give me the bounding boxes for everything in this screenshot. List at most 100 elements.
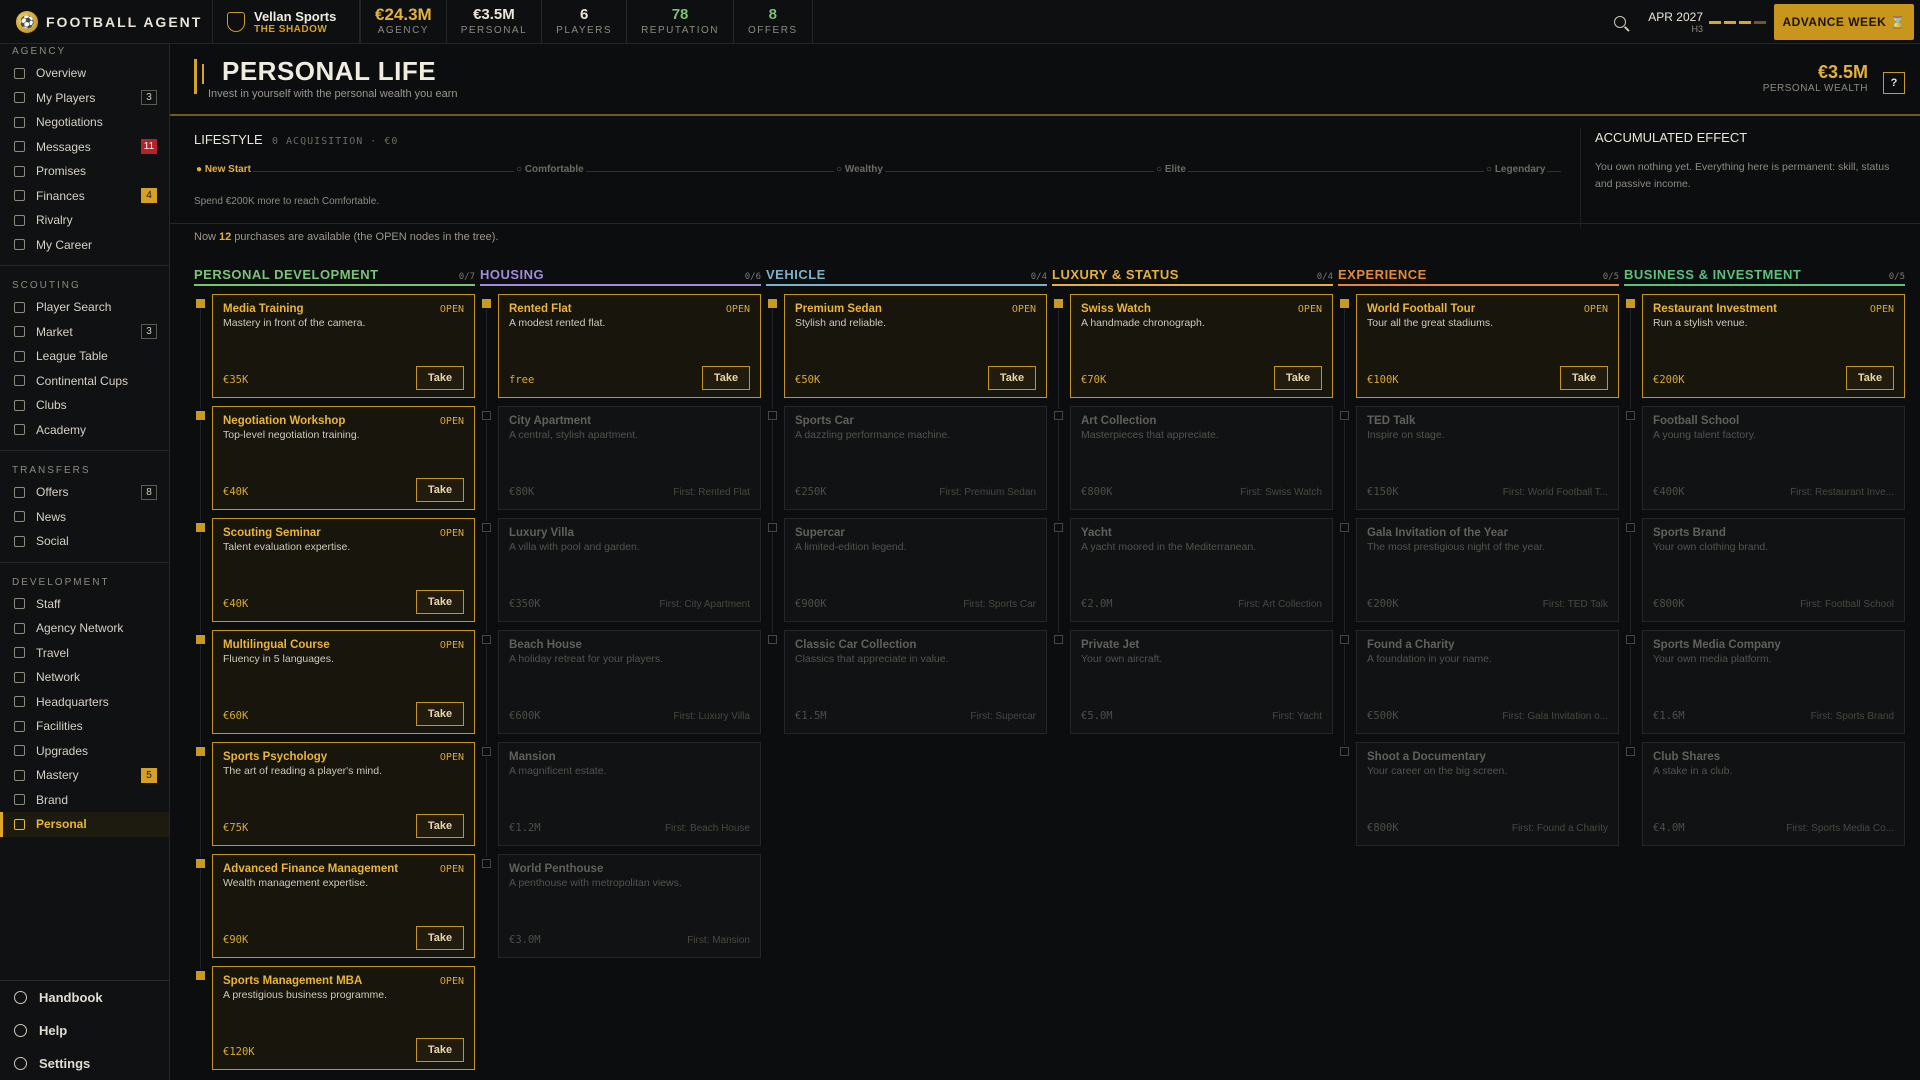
take-button[interactable]: Take xyxy=(416,926,464,950)
help-button[interactable]: ? xyxy=(1883,72,1905,94)
sidebar-item-label: Rivalry xyxy=(36,213,73,228)
sidebar-item-network[interactable]: Network xyxy=(0,665,169,690)
sidebar-item-headquarters[interactable]: Headquarters xyxy=(0,690,169,715)
take-button[interactable]: Take xyxy=(416,590,464,614)
sidebar-item-continental-cups[interactable]: Continental Cups xyxy=(0,369,169,394)
sidebar-item-travel[interactable]: Travel xyxy=(0,641,169,666)
node-checkbox[interactable] xyxy=(196,523,205,532)
sidebar-item-my-career[interactable]: My Career xyxy=(0,233,169,258)
node-checkbox[interactable] xyxy=(196,859,205,868)
sidebar-item-finances[interactable]: Finances 4 xyxy=(0,184,169,209)
sidebar-item-mastery[interactable]: Mastery 5 xyxy=(0,763,169,788)
sidebar-item-market[interactable]: Market 3 xyxy=(0,320,169,345)
node-checkbox[interactable] xyxy=(1054,635,1063,644)
sidebar-item-messages[interactable]: Messages 11 xyxy=(0,135,169,160)
node-checkbox[interactable] xyxy=(196,635,205,644)
node-price: €120K xyxy=(223,1046,255,1058)
node-price: €200K xyxy=(1653,374,1685,386)
take-button[interactable]: Take xyxy=(988,366,1036,390)
sidebar-item-label: Finances xyxy=(36,188,85,203)
node-checkbox[interactable] xyxy=(1340,411,1349,420)
node-checkbox[interactable] xyxy=(768,523,777,532)
node-checkbox[interactable] xyxy=(482,299,491,308)
tree-node: Club Shares A stake in a club. €4.0M First:… xyxy=(1626,742,1905,846)
node-checkbox[interactable] xyxy=(482,523,491,532)
now-prefix: Now xyxy=(194,231,217,243)
sidebar-item-overview[interactable]: Overview xyxy=(0,61,169,86)
advance-week-button[interactable]: ADVANCE WEEK ⌛ xyxy=(1774,4,1914,40)
take-button[interactable]: Take xyxy=(702,366,750,390)
tree-connector xyxy=(1630,309,1631,409)
node-checkbox[interactable] xyxy=(196,299,205,308)
sidebar-item-handbook[interactable]: Handbook xyxy=(0,981,170,1014)
take-button[interactable]: Take xyxy=(1846,366,1894,390)
node-checkbox[interactable] xyxy=(768,299,777,308)
node-checkbox[interactable] xyxy=(196,971,205,980)
node-checkbox[interactable] xyxy=(1626,747,1635,756)
sidebar-item-rivalry[interactable]: Rivalry xyxy=(0,208,169,233)
tree-node: Mansion A magnificent estate. €1.2M First: … xyxy=(482,742,761,857)
node-description: A foundation in your name. xyxy=(1367,653,1492,665)
sidebar-item-personal[interactable]: Personal xyxy=(0,812,169,837)
node-description: Tour all the great stadiums. xyxy=(1367,317,1494,329)
take-button[interactable]: Take xyxy=(416,478,464,502)
node-checkbox[interactable] xyxy=(1340,635,1349,644)
tree-node: Sports Car A dazzling performance machine… xyxy=(768,406,1047,521)
sidebar-item-social[interactable]: Social xyxy=(0,529,169,554)
node-checkbox[interactable] xyxy=(1626,523,1635,532)
sidebar-item-negotiations[interactable]: Negotiations xyxy=(0,110,169,135)
node-checkbox[interactable] xyxy=(196,747,205,756)
sidebar-item-upgrades[interactable]: Upgrades xyxy=(0,739,169,764)
sidebar-item-league-table[interactable]: League Table xyxy=(0,344,169,369)
user-icon xyxy=(14,92,25,104)
sidebar-item-news[interactable]: News xyxy=(0,505,169,530)
sidebar-item-label: Mastery xyxy=(36,768,79,783)
node-price: €250K xyxy=(795,486,827,498)
take-button[interactable]: Take xyxy=(416,366,464,390)
node-checkbox[interactable] xyxy=(196,411,205,420)
node-checkbox[interactable] xyxy=(1340,523,1349,532)
take-button[interactable]: Take xyxy=(416,814,464,838)
sidebar-item-facilities[interactable]: Facilities xyxy=(0,714,169,739)
take-button[interactable]: Take xyxy=(1560,366,1608,390)
node-checkbox[interactable] xyxy=(482,411,491,420)
sidebar-item-my-players[interactable]: My Players 3 xyxy=(0,86,169,111)
sidebar-item-brand[interactable]: Brand xyxy=(0,788,169,813)
node-description: A prestigious business programme. xyxy=(223,989,387,1001)
node-checkbox[interactable] xyxy=(1340,299,1349,308)
sidebar-item-staff[interactable]: Staff xyxy=(0,592,169,617)
sidebar-item-agency-network[interactable]: Agency Network xyxy=(0,616,169,641)
node-checkbox[interactable] xyxy=(1054,523,1063,532)
node-checkbox[interactable] xyxy=(1626,411,1635,420)
node-checkbox[interactable] xyxy=(482,635,491,644)
node-checkbox[interactable] xyxy=(1054,411,1063,420)
node-checkbox[interactable] xyxy=(482,859,491,868)
take-button[interactable]: Take xyxy=(1274,366,1322,390)
sidebar-item-academy[interactable]: Academy xyxy=(0,418,169,443)
open-tag: OPEN xyxy=(439,752,464,763)
node-title: Yacht xyxy=(1081,527,1112,539)
nodes-icon xyxy=(14,671,25,683)
node-checkbox[interactable] xyxy=(1054,299,1063,308)
take-button[interactable]: Take xyxy=(416,702,464,726)
sidebar-item-settings[interactable]: Settings xyxy=(0,1047,170,1080)
node-checkbox[interactable] xyxy=(482,747,491,756)
app-name: FOOTBALL AGENT xyxy=(46,13,203,30)
app-logo[interactable]: ⚽ FOOTBALL AGENT xyxy=(0,10,212,33)
sidebar-item-help[interactable]: Help xyxy=(0,1014,170,1047)
tree-connector xyxy=(1630,533,1631,633)
node-checkbox[interactable] xyxy=(768,635,777,644)
agency-card[interactable]: Vellan Sports THE SHADOW xyxy=(212,0,360,44)
sidebar-item-clubs[interactable]: Clubs xyxy=(0,393,169,418)
node-checkbox[interactable] xyxy=(1626,635,1635,644)
node-checkbox[interactable] xyxy=(1626,299,1635,308)
search-icon[interactable] xyxy=(1614,16,1627,28)
sidebar-item-promises[interactable]: Promises xyxy=(0,159,169,184)
node-requirement: First: Mansion xyxy=(687,935,750,946)
take-button[interactable]: Take xyxy=(416,1038,464,1062)
sidebar-item-offers[interactable]: Offers 8 xyxy=(0,480,169,505)
now-count: 12 xyxy=(219,231,232,243)
sidebar-item-player-search[interactable]: Player Search xyxy=(0,295,169,320)
node-checkbox[interactable] xyxy=(1340,747,1349,756)
node-checkbox[interactable] xyxy=(768,411,777,420)
